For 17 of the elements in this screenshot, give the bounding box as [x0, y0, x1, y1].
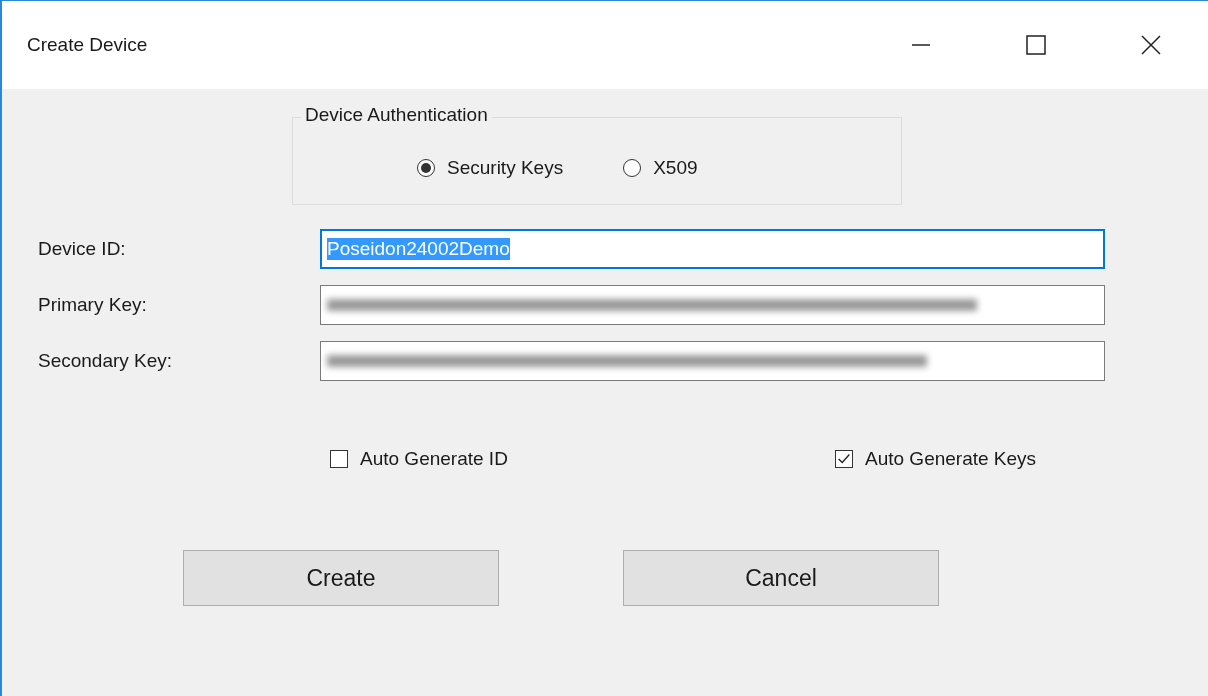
text-field[interactable] [320, 285, 1105, 325]
minimize-icon [910, 44, 931, 46]
checkbox[interactable]: Auto Generate ID [330, 448, 835, 470]
checkbox[interactable]: Auto Generate Keys [835, 448, 1037, 470]
dialog-button[interactable]: Cancel [623, 550, 939, 606]
field-label: Primary Key: [37, 294, 148, 316]
checkbox-icon [835, 450, 853, 468]
radio-option[interactable]: Security Keys [417, 157, 564, 179]
field-label: Device ID: [37, 238, 127, 260]
maximize-icon [1025, 35, 1046, 55]
dialog-button[interactable]: Create [183, 550, 499, 606]
checkbox-icon [330, 450, 348, 468]
window-title: Create Device [27, 34, 149, 56]
text-field[interactable] [320, 341, 1105, 381]
field-label: Secondary Key: [37, 350, 174, 372]
close-icon [1140, 35, 1161, 55]
radio-option[interactable]: X509 [623, 157, 698, 179]
